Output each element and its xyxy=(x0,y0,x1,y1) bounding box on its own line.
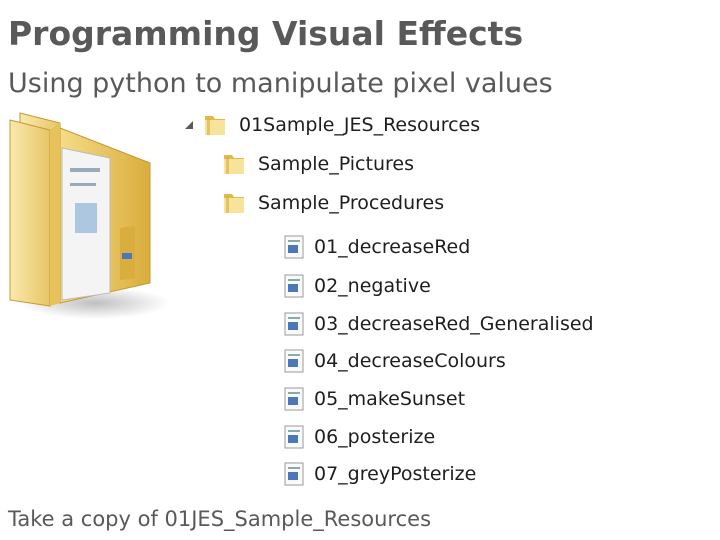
python-file-icon xyxy=(284,349,304,373)
tree-item-label: 06_posterize xyxy=(314,426,436,448)
tree-item-label: 04_decreaseColours xyxy=(314,350,506,372)
python-file-icon xyxy=(284,312,304,336)
tree-item-folder[interactable]: Sample_Pictures xyxy=(222,151,414,177)
tree-item-label: 02_negative xyxy=(314,275,431,297)
tree-item-file[interactable]: 03_decreaseRed_Generalised xyxy=(284,312,594,336)
python-file-icon xyxy=(284,274,304,298)
python-file-icon xyxy=(284,462,304,486)
folder-icon xyxy=(203,112,229,138)
folder-icon xyxy=(222,190,248,216)
folder-icon xyxy=(222,151,248,177)
slide-subtitle: Using python to manipulate pixel values xyxy=(8,68,553,99)
python-file-icon xyxy=(284,387,304,411)
tree-item-root-folder[interactable]: 01Sample_JES_Resources xyxy=(203,112,480,138)
tree-item-file[interactable]: 05_makeSunset xyxy=(284,387,465,411)
collapse-arrow-icon[interactable] xyxy=(183,119,195,131)
tree-item-file[interactable]: 02_negative xyxy=(284,274,431,298)
tree-item-label: 01_decreaseRed xyxy=(314,236,471,258)
tree-item-label: 01Sample_JES_Resources xyxy=(239,114,481,136)
large-folder-icon xyxy=(9,112,170,319)
tree-item-label: 07_greyPosterize xyxy=(314,463,477,485)
slide-title: Programming Visual Effects xyxy=(8,14,524,53)
tree-item-label: 03_decreaseRed_Generalised xyxy=(314,313,594,335)
python-file-icon xyxy=(284,235,304,259)
tree-item-file[interactable]: 01_decreaseRed xyxy=(284,235,470,259)
python-file-icon xyxy=(284,425,304,449)
tree-item-file[interactable]: 07_greyPosterize xyxy=(284,462,476,486)
footer-instruction: Take a copy of 01JES_Sample_Resources xyxy=(8,507,432,531)
tree-item-label: Sample_Procedures xyxy=(258,192,445,214)
tree-item-file[interactable]: 04_decreaseColours xyxy=(284,349,506,373)
tree-item-file[interactable]: 06_posterize xyxy=(284,425,435,449)
tree-item-folder[interactable]: Sample_Procedures xyxy=(222,190,444,216)
tree-item-label: 05_makeSunset xyxy=(314,388,466,410)
tree-item-label: Sample_Pictures xyxy=(258,153,414,175)
